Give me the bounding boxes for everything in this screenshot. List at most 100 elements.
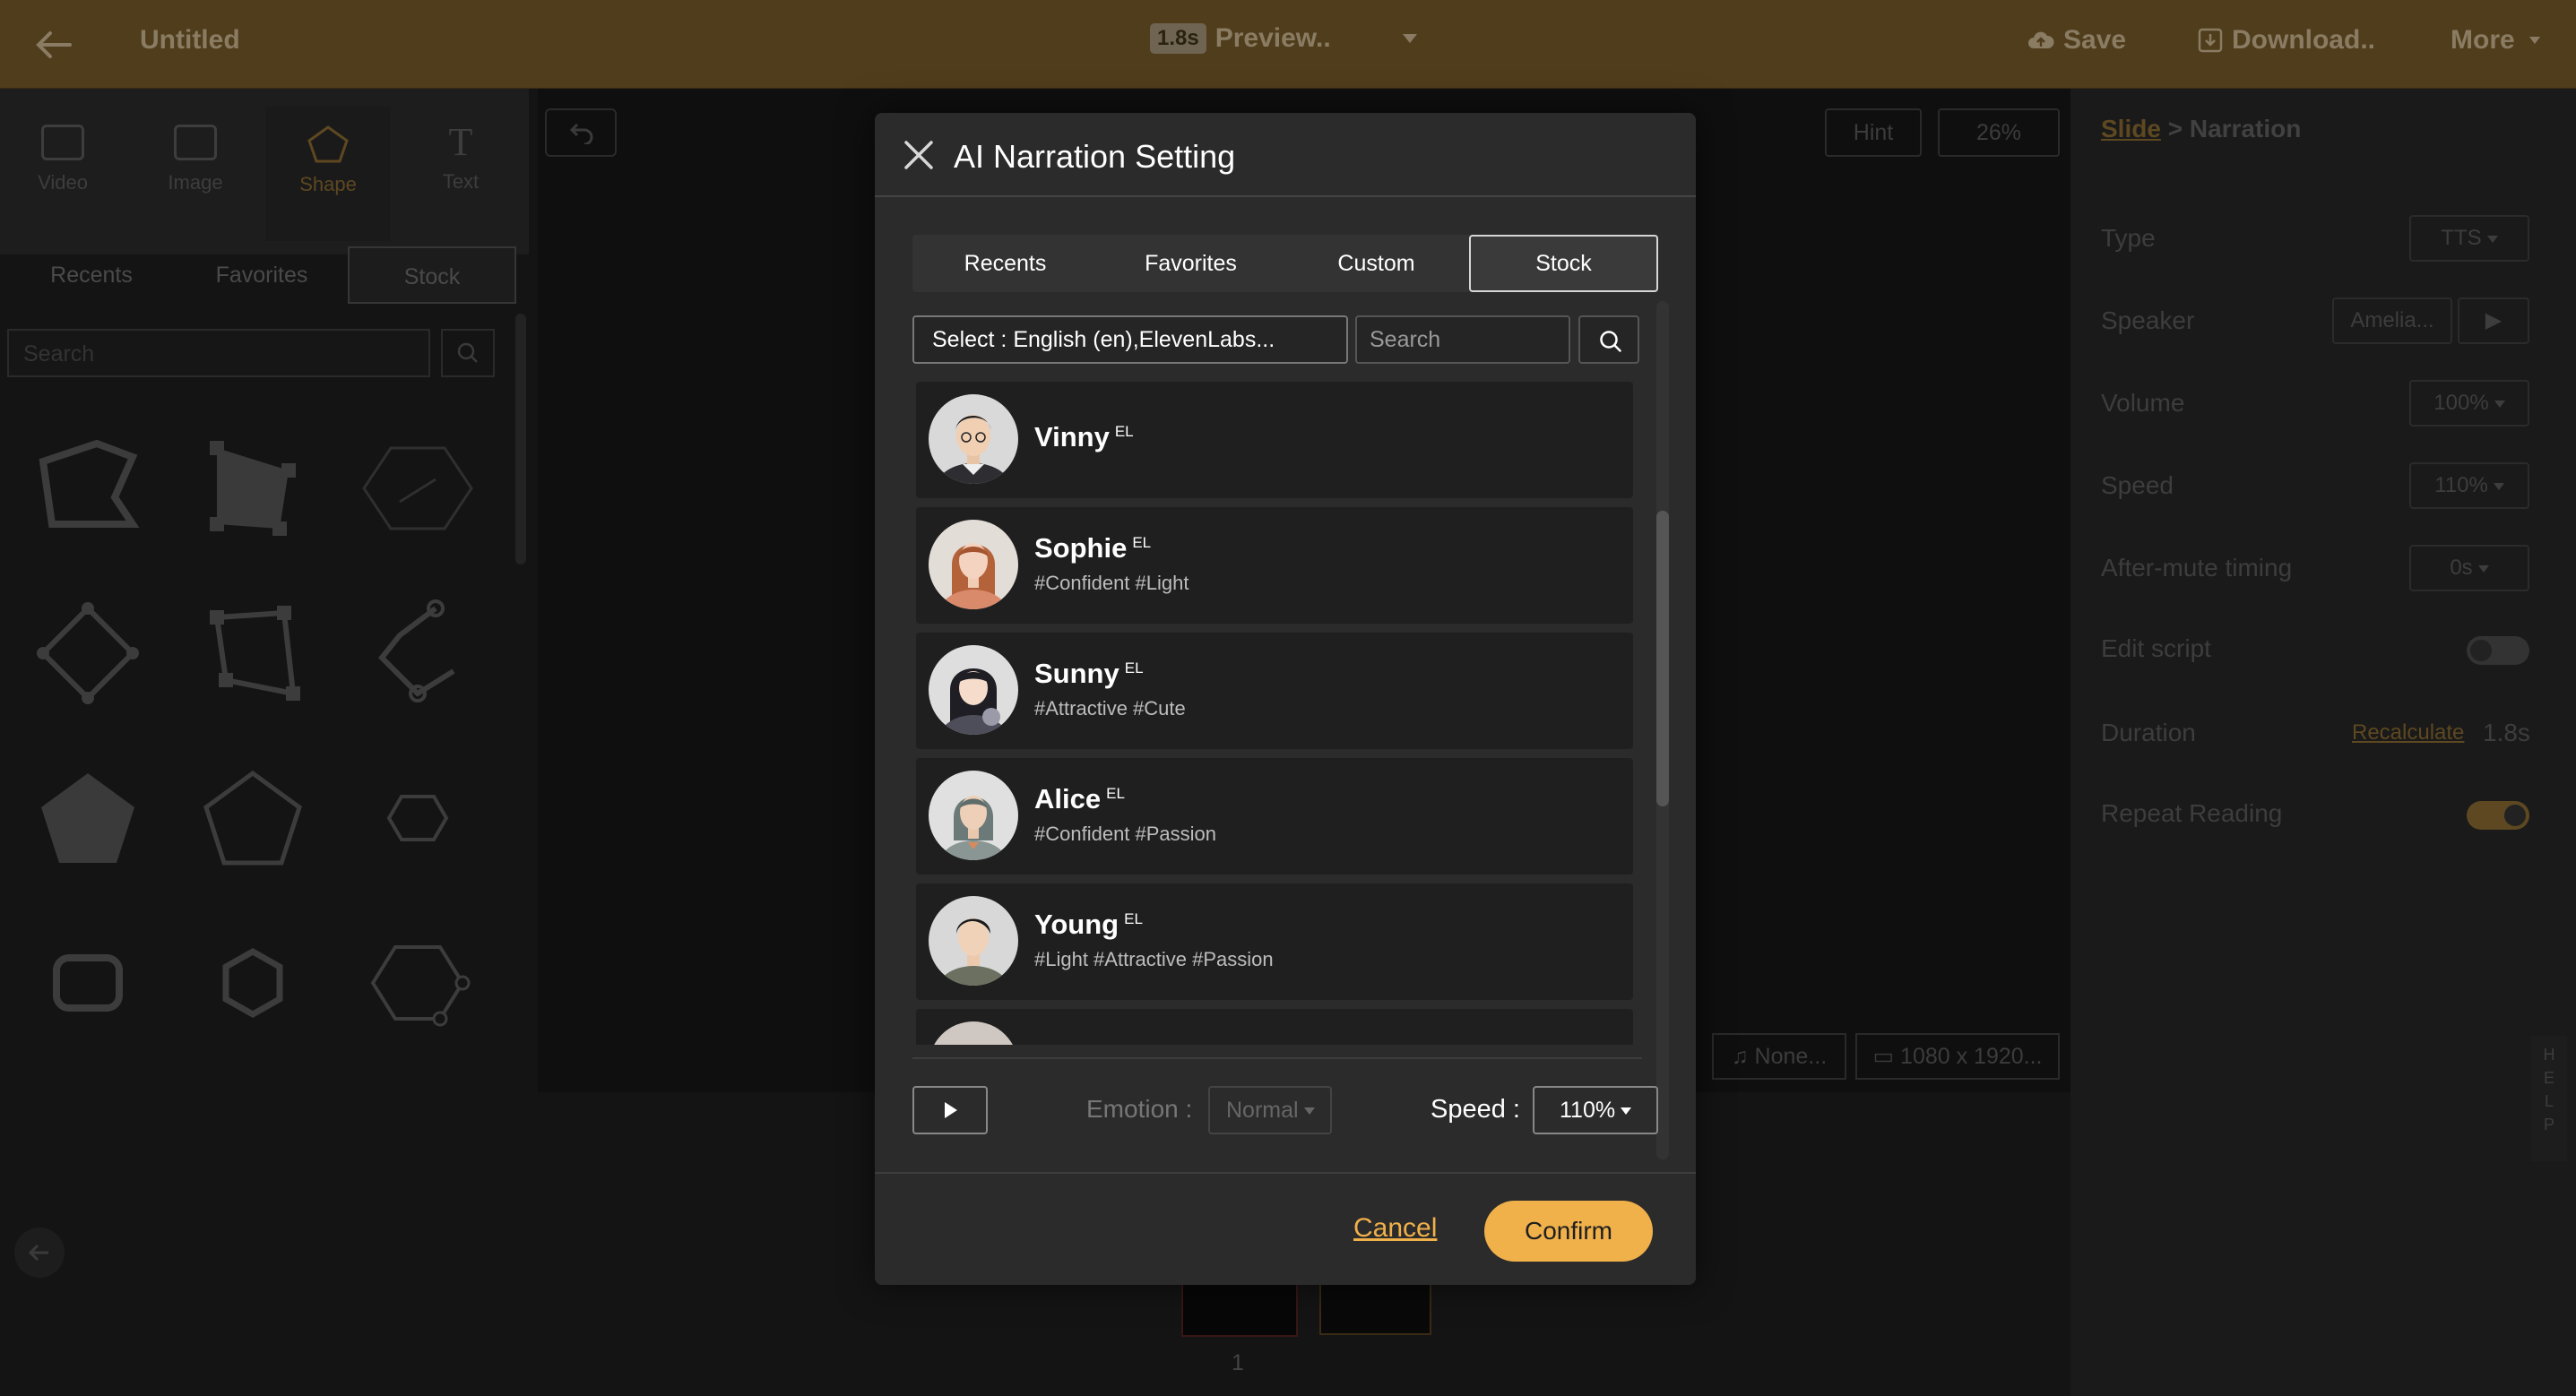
- preview-button[interactable]: 1.8s Preview..: [1150, 23, 1331, 54]
- left-tab-recents[interactable]: Recents: [7, 246, 176, 304]
- help-tab[interactable]: H E L P: [2531, 1036, 2567, 1161]
- after-mute-select[interactable]: 0s: [2409, 545, 2529, 591]
- voice-name-text: Young: [1034, 909, 1119, 940]
- repeat-reading-toggle[interactable]: [2467, 801, 2529, 830]
- toggle-knob: [2504, 805, 2526, 826]
- voice-item-alice[interactable]: Alice EL #Confident #Passion: [916, 758, 1633, 875]
- modal-title: AI Narration Setting: [954, 138, 1236, 175]
- shape-polygon-nodes-icon[interactable]: [172, 573, 333, 734]
- avatar: [929, 1021, 1018, 1045]
- undo-button[interactable]: [545, 108, 617, 157]
- volume-value: 100%: [2433, 391, 2489, 415]
- confirm-button[interactable]: Confirm: [1484, 1201, 1653, 1262]
- slide-number: 1: [1232, 1350, 1244, 1375]
- breadcrumb-separator-icon: >: [2167, 115, 2190, 142]
- shape-hexagon-node-icon[interactable]: [337, 902, 498, 1064]
- tab-custom[interactable]: Custom: [1284, 235, 1469, 292]
- toggle-knob: [2470, 640, 2492, 661]
- avatar: [929, 645, 1018, 735]
- tab-stock[interactable]: Stock: [1469, 235, 1658, 292]
- after-mute-value: 0s: [2450, 556, 2473, 580]
- shape-hexagon-small-icon[interactable]: [337, 737, 498, 899]
- modal-header-divider: [875, 195, 1696, 197]
- left-tab-favorites[interactable]: Favorites: [177, 246, 346, 304]
- voice-search-input[interactable]: [1355, 315, 1570, 364]
- preview-voice-play-button[interactable]: [912, 1086, 988, 1134]
- save-button[interactable]: Save: [2027, 25, 2126, 56]
- tab-favorites[interactable]: Favorites: [1098, 235, 1284, 292]
- edit-script-toggle[interactable]: [2467, 636, 2529, 665]
- provider-badge: EL: [1124, 659, 1144, 676]
- speaker-play-button[interactable]: ▶: [2458, 297, 2529, 344]
- close-icon[interactable]: [902, 138, 936, 172]
- provider-badge: EL: [1132, 533, 1152, 551]
- document-title[interactable]: Untitled: [140, 25, 240, 56]
- resolution-button[interactable]: ▭ 1080 x 1920...: [1855, 1033, 2060, 1080]
- voice-item-young[interactable]: Young EL #Light #Attractive #Passion: [916, 883, 1633, 1000]
- text-icon: T: [448, 120, 473, 164]
- speaker-label: Speaker: [2101, 306, 2195, 334]
- image-icon: [174, 125, 217, 160]
- chevron-down-icon: [2494, 400, 2505, 408]
- shape-crown-icon[interactable]: [7, 408, 169, 569]
- more-menu-button[interactable]: More: [2451, 25, 2540, 56]
- hint-label: Hint: [1853, 120, 1894, 145]
- shape-octagon-rounded-icon[interactable]: [7, 902, 169, 1064]
- voice-item-sophie[interactable]: Sophie EL #Confident #Light: [916, 507, 1633, 624]
- search-icon: [457, 342, 478, 363]
- tool-shape[interactable]: Shape: [265, 107, 391, 241]
- prev-slide-button[interactable]: [14, 1228, 65, 1278]
- speed-select[interactable]: 110%: [2409, 462, 2529, 509]
- language-provider-select[interactable]: Select : English (en),ElevenLabs...: [912, 315, 1348, 364]
- shape-search-button[interactable]: [441, 329, 495, 377]
- ai-narration-modal: AI Narration Setting Recents Favorites C…: [875, 113, 1696, 1285]
- emotion-select: Normal: [1208, 1086, 1332, 1134]
- download-button[interactable]: Download..: [2198, 25, 2375, 56]
- back-arrow-icon[interactable]: [34, 25, 73, 65]
- shape-polyline-icon[interactable]: [337, 573, 498, 734]
- voice-list-scrollbar-thumb[interactable]: [1656, 511, 1669, 806]
- provider-badge: EL: [1124, 909, 1143, 927]
- speed-select[interactable]: 110%: [1533, 1086, 1658, 1134]
- provider-badge: EL: [1114, 422, 1134, 440]
- cancel-button[interactable]: Cancel: [1353, 1213, 1437, 1244]
- voice-item-partial[interactable]: [916, 1009, 1633, 1045]
- speaker-value: Amelia...: [2350, 308, 2434, 332]
- shape-hexagon-outline-icon[interactable]: [172, 902, 333, 1064]
- zoom-button[interactable]: 26%: [1938, 108, 2060, 157]
- shape-search-input[interactable]: Search: [7, 329, 430, 377]
- shape-list-scrollbar[interactable]: [515, 314, 526, 564]
- shape-hexagon-line-icon[interactable]: [337, 408, 498, 569]
- shape-quad-edit-icon[interactable]: [172, 408, 333, 569]
- preview-dropdown-icon[interactable]: [1403, 34, 1417, 43]
- voice-name-text: Vinny: [1034, 421, 1110, 452]
- save-label: Save: [2063, 25, 2127, 55]
- background-music-button[interactable]: ♫ None...: [1712, 1033, 1846, 1080]
- speed-value: 110%: [2434, 473, 2488, 497]
- play-icon: ▶: [2485, 308, 2503, 332]
- speaker-select[interactable]: Amelia...: [2332, 297, 2452, 344]
- voice-search-button[interactable]: [1578, 315, 1639, 364]
- voice-name: Sophie EL: [1034, 532, 1151, 564]
- volume-select[interactable]: 100%: [2409, 380, 2529, 427]
- tool-image[interactable]: Image: [133, 107, 258, 241]
- voice-list-divider: [912, 1057, 1642, 1059]
- tool-video[interactable]: Video: [0, 107, 125, 241]
- resolution-label: 1080 x 1920...: [1900, 1044, 2043, 1069]
- tool-text[interactable]: T Text: [398, 107, 523, 241]
- video-icon: [41, 125, 84, 160]
- recalculate-link[interactable]: Recalculate: [2352, 720, 2464, 745]
- type-select[interactable]: TTS: [2409, 215, 2529, 262]
- left-tabs: Recents Favorites Stock: [0, 246, 529, 305]
- breadcrumb-slide-link[interactable]: Slide: [2101, 115, 2161, 142]
- help-letter: P: [2543, 1116, 2554, 1133]
- shape-pentagon-filled-icon[interactable]: [7, 737, 169, 899]
- left-tab-stock[interactable]: Stock: [348, 246, 516, 304]
- tab-recents[interactable]: Recents: [912, 235, 1098, 292]
- shape-pentagon-outline-icon[interactable]: [172, 737, 333, 899]
- voice-name: Alice EL: [1034, 783, 1125, 815]
- voice-item-sunny[interactable]: Sunny EL #Attractive #Cute: [916, 633, 1633, 749]
- voice-item-vinny[interactable]: Vinny EL: [916, 382, 1633, 498]
- shape-diamond-nodes-icon[interactable]: [7, 573, 169, 734]
- hint-button[interactable]: Hint: [1825, 108, 1922, 157]
